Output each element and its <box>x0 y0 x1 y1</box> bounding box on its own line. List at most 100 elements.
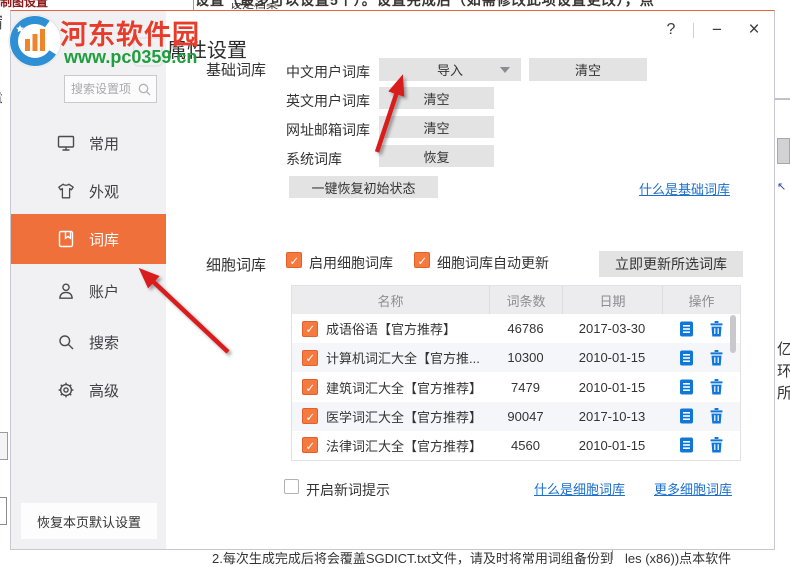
english-user-dict-label: 英文用户词库 <box>286 93 370 109</box>
clear-chinese-dict-button[interactable]: 清空 <box>529 58 647 81</box>
details-icon[interactable] <box>679 408 694 424</box>
chevron-down-icon <box>500 67 510 73</box>
cursor-arrow-icon: ↖ <box>777 181 787 193</box>
background-text-fragment: 设置（最多可以设置5个）。设置完成后（如需修改此项设置更改），点击画面确定 <box>195 0 655 8</box>
auto-update-checkbox[interactable] <box>414 252 430 268</box>
restore-system-dict-button[interactable]: 恢复 <box>379 145 494 167</box>
cell-section-title: 细胞词库 <box>206 257 267 274</box>
row-checkbox[interactable] <box>302 349 318 366</box>
background-text-fragment: 制图设置 <box>0 0 48 8</box>
background-fragment <box>775 98 790 100</box>
import-dropdown-button[interactable]: 导入 <box>379 58 521 81</box>
url-email-dict-label: 网址邮箱词库 <box>286 122 370 138</box>
sidebar-item-label: 搜索 <box>89 334 120 352</box>
sidebar-item-label: 高级 <box>89 382 120 400</box>
dict-name: 建筑词汇大全【官方推荐】 <box>326 380 483 396</box>
background-text-fragment: 设定档案 <box>230 3 279 10</box>
settings-dialog: 常用 外观 词库 账户 搜索 <box>10 10 775 550</box>
sidebar-item-advanced[interactable]: 高级 <box>11 370 166 410</box>
table-header: 名称 词条数 日期 操作 <box>292 286 740 314</box>
gear-icon <box>56 380 76 400</box>
background-fragment <box>0 432 8 460</box>
sidebar-item-common[interactable]: 常用 <box>11 123 166 163</box>
delete-icon[interactable] <box>709 320 724 337</box>
reset-all-button[interactable]: 一键恢复初始状态 <box>289 176 438 198</box>
search-input[interactable] <box>71 76 135 102</box>
background-text-fragment: 所 <box>777 385 790 400</box>
background-text-fragment: 环 <box>777 363 790 378</box>
background-text-fragment: 亿 <box>777 341 790 356</box>
table-row: 成语俗语【官方推荐】 46786 2017-03-30 <box>292 314 740 344</box>
row-checkbox[interactable] <box>302 379 318 395</box>
shirt-icon <box>56 181 76 201</box>
basic-section-title: 基础词库 <box>206 62 267 79</box>
details-icon[interactable] <box>679 437 694 453</box>
sidebar-item-appearance[interactable]: 外观 <box>11 171 166 211</box>
row-checkbox[interactable] <box>302 408 318 425</box>
dict-count: 90047 <box>507 408 544 424</box>
header-count: 词条数 <box>489 286 562 314</box>
app-icon <box>133 37 163 67</box>
sidebar-item-account[interactable]: 账户 <box>11 271 166 311</box>
search-icon <box>56 332 76 352</box>
dict-name: 医学词汇大全【官方推荐】 <box>326 409 483 425</box>
background-text-fragment: 战 <box>0 86 2 104</box>
dict-date: 2010-01-15 <box>578 350 646 366</box>
table-row: 法律词汇大全【官方推荐】 4560 2010-01-15 <box>292 430 740 461</box>
header-name: 名称 <box>377 293 404 309</box>
header-ops: 操作 <box>662 286 740 314</box>
dict-date: 2017-03-30 <box>578 321 646 337</box>
titlebar-separator <box>693 23 694 38</box>
dict-date: 2010-01-15 <box>578 379 646 395</box>
system-dict-label: 系统词库 <box>286 151 342 167</box>
new-word-hint-checkbox[interactable] <box>284 479 299 494</box>
clear-url-dict-button[interactable]: 清空 <box>379 116 494 138</box>
what-is-basic-dict-link[interactable]: 什么是基础词库 <box>639 179 730 198</box>
dict-count: 10300 <box>507 350 544 366</box>
minimize-button[interactable]: − <box>705 18 729 42</box>
table-row: 医学词汇大全【官方推荐】 90047 2017-10-13 <box>292 401 740 431</box>
dict-count: 46786 <box>507 321 544 337</box>
table-row: 建筑词汇大全【官方推荐】 7479 2010-01-15 <box>292 372 740 402</box>
details-icon[interactable] <box>679 379 694 395</box>
enable-cell-dict-label: 启用细胞词库 <box>309 255 393 271</box>
background-text-fragment: 输 <box>0 12 2 30</box>
delete-icon[interactable] <box>709 349 724 366</box>
background-fragment <box>0 497 7 525</box>
sidebar-item-label: 账户 <box>89 283 120 301</box>
new-word-hint-label: 开启新词提示 <box>306 482 390 498</box>
sidebar-item-search[interactable]: 搜索 <box>11 322 166 362</box>
delete-icon[interactable] <box>709 437 724 453</box>
table-scrollbar[interactable] <box>730 315 736 353</box>
dict-date: 2017-10-13 <box>578 408 646 424</box>
delete-icon[interactable] <box>709 379 724 395</box>
search-icon <box>138 83 151 101</box>
dict-count: 4560 <box>511 437 540 453</box>
more-cell-dicts-link[interactable]: 更多细胞词库 <box>654 479 732 498</box>
sidebar-item-lexicon[interactable]: 词库 <box>11 214 166 264</box>
sidebar-item-label: 外观 <box>89 183 120 201</box>
details-icon[interactable] <box>679 350 694 366</box>
close-button[interactable]: × <box>742 18 766 42</box>
clear-english-dict-button[interactable]: 清空 <box>379 87 494 109</box>
cell-dict-table: 名称 词条数 日期 操作 成语俗语【官方推荐】 46786 2017-03-30… <box>291 285 741 461</box>
details-icon[interactable] <box>679 321 694 337</box>
help-button[interactable]: ? <box>659 18 683 42</box>
monitor-icon <box>56 133 76 153</box>
dict-date: 2010-01-15 <box>578 437 646 453</box>
reset-page-defaults-button[interactable]: 恢复本页默认设置 <box>21 503 157 539</box>
user-icon <box>56 281 76 301</box>
import-label: 导入 <box>436 63 463 78</box>
dict-count: 7479 <box>511 379 540 395</box>
auto-update-label: 细胞词库自动更新 <box>437 255 549 271</box>
background-fragment <box>777 138 790 164</box>
sidebar-item-label: 常用 <box>89 135 120 153</box>
delete-icon[interactable] <box>709 408 724 424</box>
enable-cell-dict-checkbox[interactable] <box>286 252 302 268</box>
row-checkbox[interactable] <box>302 320 318 337</box>
dictionary-icon <box>56 229 76 249</box>
row-checkbox[interactable] <box>302 437 318 454</box>
update-selected-dicts-button[interactable]: 立即更新所选词库 <box>599 251 743 277</box>
what-is-cell-dict-link[interactable]: 什么是细胞词库 <box>534 479 625 498</box>
dict-name: 计算机词汇大全【官方推... <box>326 351 480 367</box>
